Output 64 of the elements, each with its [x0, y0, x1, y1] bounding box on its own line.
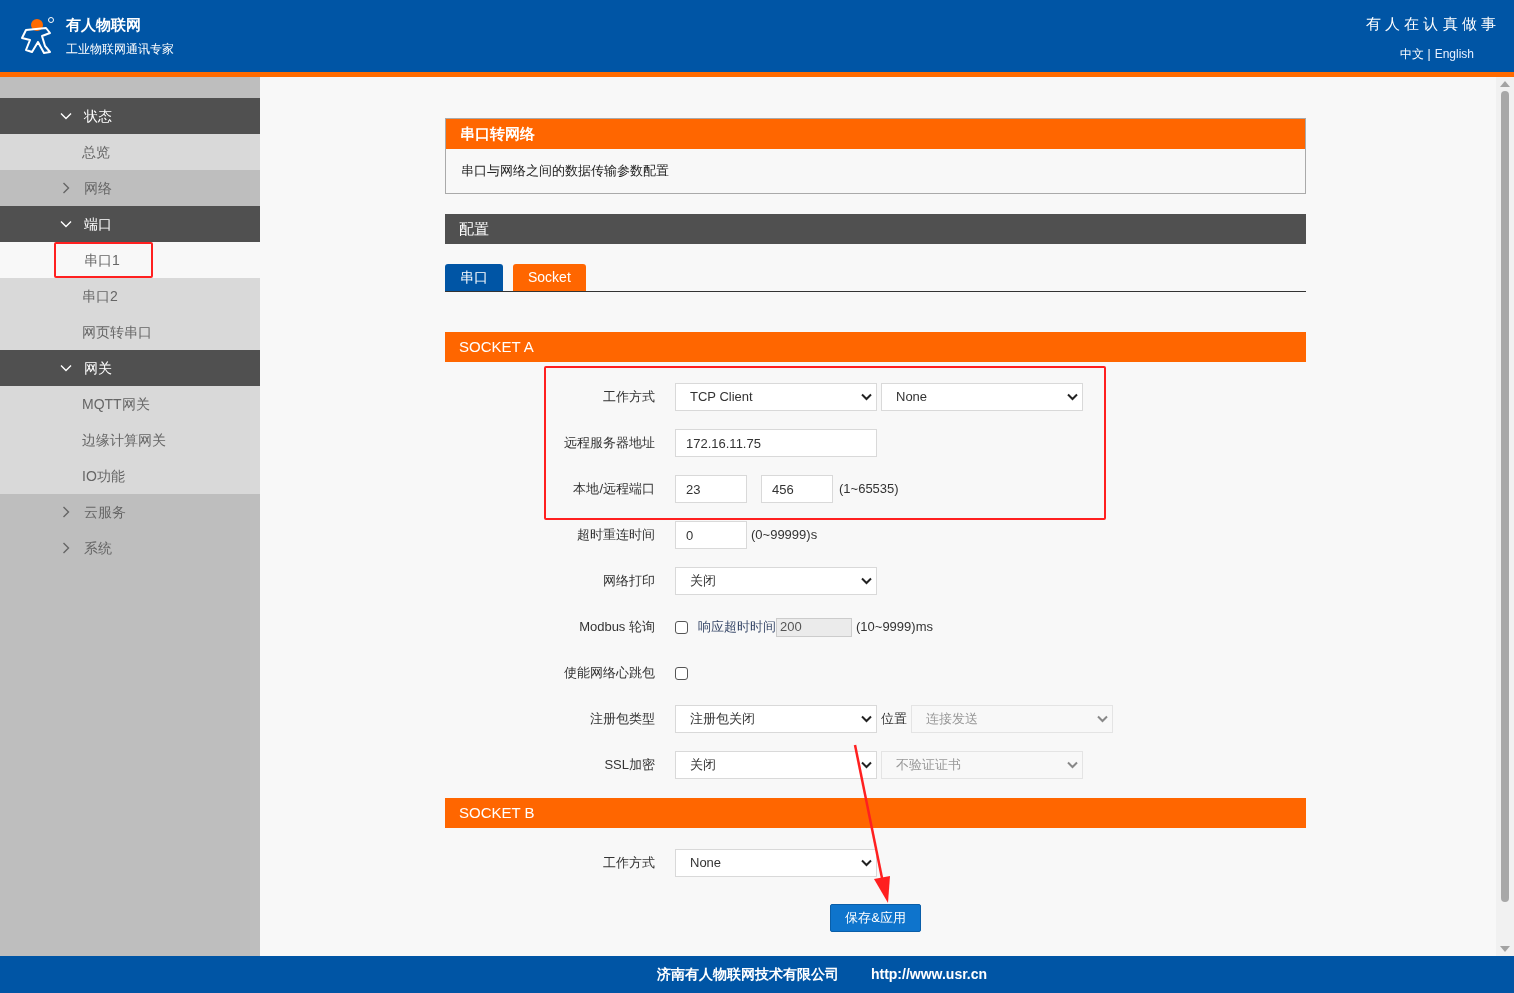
caret-icon [1097, 715, 1108, 723]
field-label: 网络打印 [602, 572, 655, 591]
caret-icon [861, 859, 872, 867]
slogan: 有 人 在 认 真 做 事 [1366, 13, 1496, 34]
select-field[interactable]: None [675, 849, 877, 877]
chevron-down-icon [60, 218, 72, 230]
save-button[interactable]: 保存&应用 [830, 904, 921, 932]
intro-title: 串口转网络 [446, 119, 1305, 149]
scroll-down-icon[interactable] [1500, 946, 1510, 952]
select-field[interactable]: None [881, 383, 1083, 411]
field-caption: 响应超时时间 [698, 618, 776, 637]
input-field[interactable]: 456 [761, 475, 833, 503]
field-label: 超时重连时间 [576, 526, 655, 545]
checkbox[interactable] [675, 666, 688, 680]
sidebar-group[interactable]: 端口 [0, 206, 260, 242]
field-label: 本地/远程端口 [572, 480, 655, 499]
section-header: SOCKET A [445, 332, 1306, 362]
caret-icon [861, 577, 872, 585]
field-label: Modbus 轮询 [578, 618, 655, 637]
sidebar-group[interactable]: 状态 [0, 98, 260, 134]
field-hint: (1~65535) [839, 480, 899, 499]
language-link[interactable]: English [1434, 45, 1474, 64]
sidebar-item[interactable]: 串口1 [54, 242, 153, 278]
field-label: 注册包类型 [589, 710, 655, 729]
select-field[interactable]: 关闭 [675, 751, 877, 779]
chevron-right-icon [60, 506, 72, 518]
intro-description: 串口与网络之间的数据传输参数配置 [460, 162, 670, 181]
field-label: 远程服务器地址 [563, 434, 655, 453]
caret-icon [861, 393, 872, 401]
input-field[interactable]: 172.16.11.75 [675, 429, 877, 457]
checkbox[interactable] [675, 620, 688, 634]
chevron-down-icon [60, 110, 72, 122]
sidebar-group[interactable]: 网关 [0, 350, 260, 386]
config-title: 配置 [445, 214, 1306, 244]
chevron-right-icon [60, 182, 72, 194]
chevron-down-icon [60, 362, 72, 374]
language-link[interactable]: 中文 [1399, 45, 1424, 64]
field-label: 使能网络心跳包 [563, 664, 655, 683]
chevron-right-icon [60, 542, 72, 554]
field-hint: (0~99999)s [751, 526, 818, 545]
select-field[interactable]: 注册包关闭 [675, 705, 877, 733]
tab[interactable]: 串口 [445, 264, 503, 291]
scrollbar-thumb[interactable] [1501, 91, 1509, 902]
brand-tagline: 工业物联网通讯专家 [66, 41, 174, 59]
input-field[interactable]: 0 [675, 521, 747, 549]
field-label: SSL加密 [603, 756, 655, 775]
caret-icon [861, 715, 872, 723]
logo-icon [18, 16, 56, 56]
select-field[interactable]: TCP Client [675, 383, 877, 411]
caret-icon [1067, 761, 1078, 769]
caret-icon [861, 761, 872, 769]
field-label: 工作方式 [602, 854, 655, 873]
brand-name: 有人物联网 [66, 14, 142, 35]
website-link[interactable]: http://www.usr.cn [870, 964, 988, 985]
scroll-up-icon[interactable] [1500, 81, 1510, 87]
input-field[interactable]: 23 [675, 475, 747, 503]
caret-icon [1067, 393, 1078, 401]
field-hint: 位置 [881, 710, 907, 729]
select-field[interactable]: 关闭 [675, 567, 877, 595]
section-header: SOCKET B [445, 798, 1306, 828]
field-label: 工作方式 [602, 388, 655, 407]
language-separator: | [1427, 46, 1431, 64]
field-hint: (10~9999)ms [856, 618, 933, 637]
company-name: 济南有人物联网技术有限公司 [656, 965, 839, 984]
